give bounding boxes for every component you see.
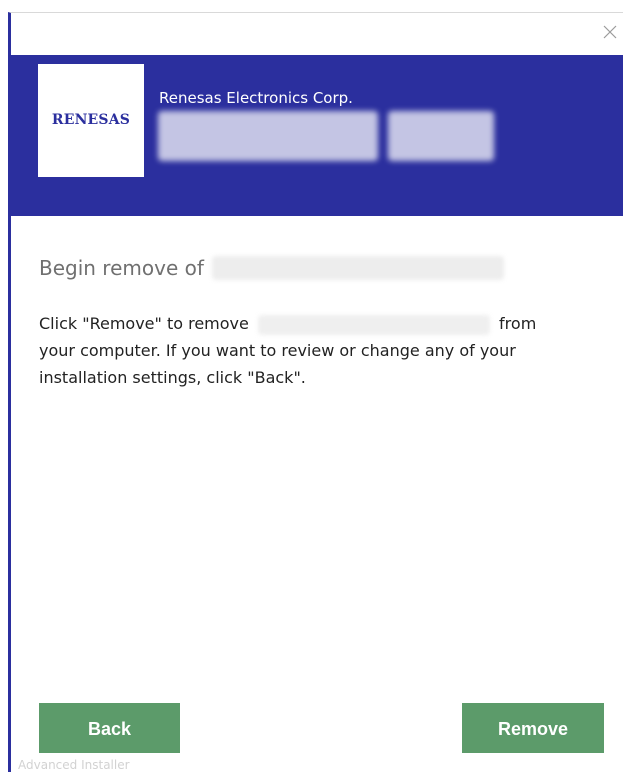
publisher-name: Renesas Electronics Corp. xyxy=(159,89,353,107)
installer-window: RENESAS Renesas Electronics Corp. Begin … xyxy=(8,12,623,772)
page-heading: Begin remove of xyxy=(39,253,504,283)
heading-text: Begin remove of xyxy=(39,256,204,280)
back-button[interactable]: Back xyxy=(39,703,180,753)
redacted-heading-product xyxy=(211,256,504,280)
message-line-1-suffix: from xyxy=(499,314,537,333)
company-logo: RENESAS xyxy=(38,64,144,177)
header-banner: RENESAS Renesas Electronics Corp. xyxy=(8,55,623,216)
remove-message: Click "Remove" to remove from your compu… xyxy=(39,310,589,391)
remove-button[interactable]: Remove xyxy=(462,703,604,753)
redacted-product-name xyxy=(158,111,378,161)
message-line-1-prefix: Click "Remove" to remove xyxy=(39,314,249,333)
screen: RENESAS Renesas Electronics Corp. Begin … xyxy=(0,0,623,772)
title-bar xyxy=(11,13,623,55)
redacted-product-version xyxy=(388,111,494,161)
message-line-3: installation settings, click "Back". xyxy=(39,368,306,387)
close-icon xyxy=(603,25,617,39)
footer-brand: Advanced Installer xyxy=(18,758,130,772)
message-line-1: Click "Remove" to remove from xyxy=(39,310,589,337)
message-line-2: your computer. If you want to review or … xyxy=(39,341,516,360)
logo-text: RENESAS xyxy=(51,112,131,128)
redacted-message-product xyxy=(257,314,490,335)
close-button[interactable] xyxy=(599,21,621,43)
